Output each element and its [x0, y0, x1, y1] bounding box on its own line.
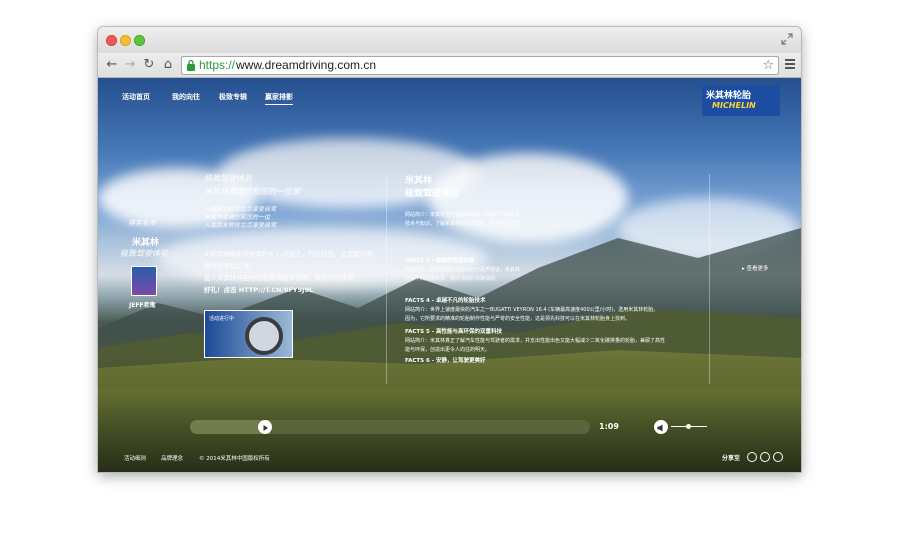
- post-body-line3: 加入米其林开启你的极致驾驶体验吧，参与可以获得: [204, 274, 354, 282]
- see-more-label: 查看更多: [746, 266, 769, 272]
- facts-6-heading: FACTS 6 - 安静，让驾驶更美好: [405, 358, 486, 364]
- speaker-icon: [657, 424, 663, 432]
- audio-time: 1:09: [599, 422, 619, 431]
- url-scheme: https://: [199, 58, 236, 72]
- michelin-logo[interactable]: 米其林轮胎 MICHELIN: [702, 86, 780, 116]
- facts-title-line1: 米其林: [405, 176, 433, 186]
- left-panel-title: 米其林: [132, 238, 160, 248]
- nav-album[interactable]: 极致专辑: [219, 92, 247, 102]
- winners-heading: 得奖名单: [128, 219, 156, 227]
- minimize-window-button[interactable]: [120, 35, 131, 46]
- post-desc-line3: 人或朋友前往北京享受自驾: [204, 222, 277, 229]
- url-domain: www.dreamdriving.com.cn: [236, 58, 377, 72]
- volume-button[interactable]: [654, 420, 668, 434]
- facts-3-heading: FACTS 3 - 极致的驾驶体验: [405, 258, 475, 264]
- post-body-line4[interactable]: 好礼！点击 HTTP://T.CN/8FY9J9L: [204, 284, 313, 294]
- home-icon[interactable]: ⌂: [160, 56, 176, 74]
- wechat-icon[interactable]: [760, 452, 770, 462]
- logo-en-text: MICHELIN: [712, 101, 756, 110]
- footer-copyright: © 2014米其林中国版权所有: [199, 456, 270, 462]
- forward-arrow-icon[interactable]: →: [122, 56, 138, 74]
- post-title-line1: 极致驾驶体验: [204, 174, 252, 183]
- facts-intro-line2: 技术与知识，了解米其林的品牌理念，体验极致驾驶。: [405, 221, 526, 227]
- page-viewport: 活动首页 我的向往 极致专辑 赢家排影 米其林轮胎 MICHELIN 得奖名单 …: [98, 78, 801, 472]
- post-body-line2: 致体验梦想之地。: [204, 262, 256, 270]
- play-icon: [263, 425, 268, 431]
- share-label: 分享至: [722, 455, 741, 462]
- nav-winners[interactable]: 赢家排影: [265, 92, 293, 105]
- footer-brand-link[interactable]: 品牌理念: [161, 454, 183, 462]
- post-body-line1: #米其林极致驾驶体验# 心向往之，行必践至。这是我的极: [204, 250, 373, 258]
- weibo-icon[interactable]: [747, 452, 757, 462]
- nav-my-wish[interactable]: 我的向往: [172, 92, 200, 102]
- avatar[interactable]: [131, 266, 157, 296]
- menu-icon[interactable]: [785, 57, 795, 71]
- facts-3-line2: 针对不同车辆需求，提供顶级的驾驶体验。: [405, 276, 501, 282]
- lock-icon: [187, 59, 195, 71]
- reload-icon[interactable]: ↻: [141, 56, 157, 74]
- post-title-line2: 米其林邀请您和您的一位家: [204, 187, 300, 196]
- post-thumbnail[interactable]: 活动进行中: [204, 310, 293, 358]
- browser-toolbar: ← → ↻ ⌂ https:// www.dreamdriving.com.cn…: [98, 53, 801, 78]
- facts-5-line1: 网站简介：米其林真正了解汽车性能与驾驶者的需求，并支出性能出色又能大幅减少二氧化…: [405, 338, 666, 344]
- see-more-link[interactable]: ▸ 查看更多: [742, 264, 769, 272]
- column-divider: [709, 174, 710, 384]
- play-button[interactable]: [258, 420, 272, 434]
- user-name[interactable]: JEFF老鬼: [129, 300, 156, 309]
- facts-4-heading: FACTS 4 - 卓越不凡的轮胎技术: [405, 298, 486, 304]
- facts-5-line2: 能与环保，创造出更令人向往的明天。: [405, 347, 491, 353]
- audio-progress-track[interactable]: [190, 420, 590, 434]
- facts-5-heading: FACTS 5 - 高性能与高环保的双重科技: [405, 329, 502, 335]
- tire-icon: [245, 317, 283, 355]
- close-window-button[interactable]: [106, 35, 117, 46]
- address-bar[interactable]: https:// www.dreamdriving.com.cn ☆: [181, 56, 779, 75]
- facts-4-line1: 网站简介：世界上速度最快的汽车之一BUGATTI VEYRON 16.4 (车辆…: [405, 307, 659, 313]
- logo-cn-text: 米其林轮胎: [706, 91, 752, 101]
- bookmark-star-icon[interactable]: ☆: [762, 58, 774, 73]
- back-arrow-icon[interactable]: ←: [104, 56, 120, 74]
- facts-title-line2: 极致驾驶体验: [405, 189, 460, 199]
- left-panel-subtitle: 极致驾驶体验: [120, 249, 168, 258]
- volume-knob[interactable]: [686, 424, 691, 429]
- facts-3-line1: 网站简介：极为极致的驾驶体验与品质保证，米其林: [405, 267, 521, 273]
- title-bar: [98, 27, 801, 53]
- fullscreen-icon[interactable]: [781, 33, 793, 45]
- thumbnail-caption: 活动进行中: [209, 316, 235, 322]
- facts-intro-line1: 网站简介：米其林全方位解析轮胎，你将学习到更多: [405, 212, 521, 218]
- renren-icon[interactable]: [773, 452, 783, 462]
- column-divider: [386, 174, 387, 384]
- footer-rules-link[interactable]: 活动细则: [124, 454, 146, 462]
- browser-window: ← → ↻ ⌂ https:// www.dreamdriving.com.cn…: [98, 27, 801, 472]
- nav-home[interactable]: 活动首页: [122, 92, 150, 102]
- facts-4-line2: 因为，它所要求的精准的轮胎制作性能与严苛的安全性能，这是领先科技可以在米其林轮胎…: [405, 316, 631, 322]
- zoom-window-button[interactable]: [134, 35, 145, 46]
